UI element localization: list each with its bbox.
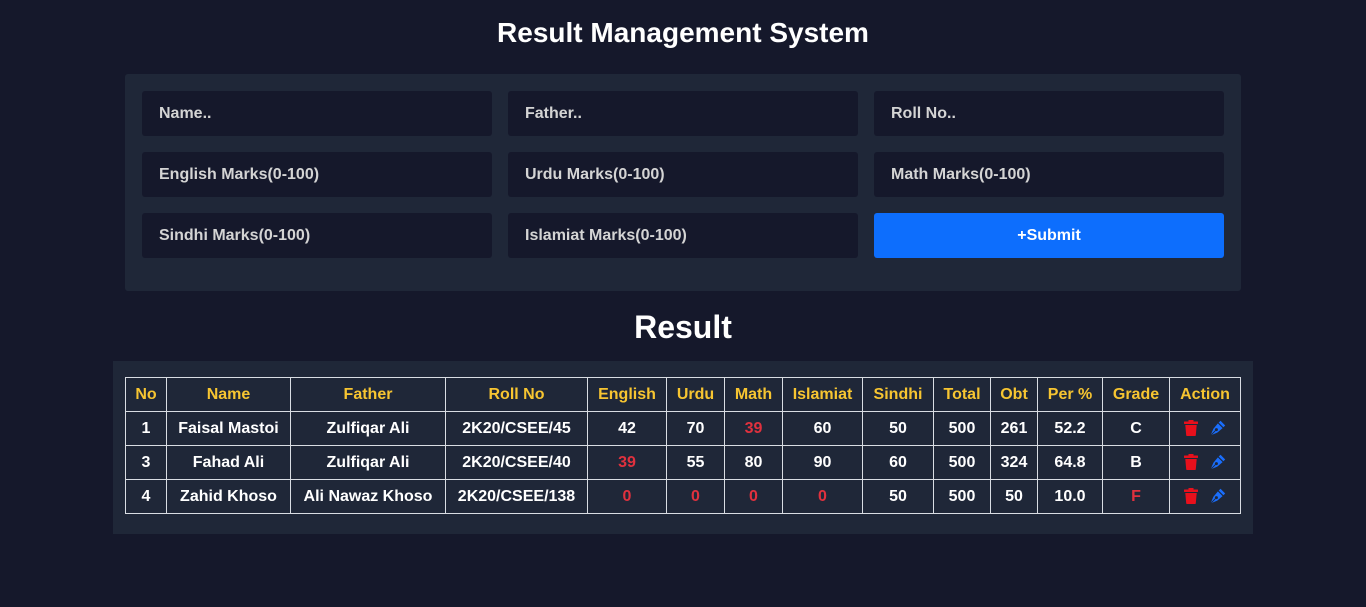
column-header-total: Total	[933, 377, 991, 412]
cell-percentage: 10.0	[1037, 479, 1103, 514]
cell-no: 4	[125, 479, 167, 514]
cell-islamiat: 0	[782, 479, 863, 514]
column-header-roll-no: Roll No	[445, 377, 588, 412]
result-table: No Name Father Roll No English Urdu Math…	[125, 377, 1241, 514]
cell-english: 42	[587, 411, 667, 446]
trash-icon[interactable]	[1184, 488, 1199, 505]
cell-total: 500	[933, 479, 991, 514]
cell-percentage: 64.8	[1037, 445, 1103, 480]
urdu-marks-input[interactable]	[508, 152, 858, 197]
cell-urdu: 55	[666, 445, 725, 480]
pen-icon[interactable]	[1209, 488, 1226, 504]
name-input[interactable]	[142, 91, 492, 136]
cell-action	[1169, 479, 1241, 514]
cell-obt: 261	[990, 411, 1038, 446]
cell-islamiat: 90	[782, 445, 863, 480]
cell-math: 39	[724, 411, 783, 446]
cell-obt: 50	[990, 479, 1038, 514]
page-title: Result Management System	[497, 17, 869, 48]
cell-name: Fahad Ali	[166, 445, 291, 480]
cell-percentage: 52.2	[1037, 411, 1103, 446]
column-header-name: Name	[166, 377, 291, 412]
trash-icon[interactable]	[1184, 454, 1199, 471]
student-form: +Submit	[125, 74, 1241, 291]
cell-sindhi: 50	[862, 479, 934, 514]
column-header-grade: Grade	[1102, 377, 1170, 412]
table-header-row: No Name Father Roll No English Urdu Math…	[125, 377, 1241, 412]
column-header-obt: Obt	[990, 377, 1038, 412]
cell-father: Zulfiqar Ali	[290, 445, 446, 480]
table-row: 4 Zahid Khoso Ali Nawaz Khoso 2K20/CSEE/…	[125, 479, 1241, 514]
cell-math: 80	[724, 445, 783, 480]
pen-icon[interactable]	[1209, 420, 1226, 436]
cell-grade: F	[1102, 479, 1170, 514]
cell-roll-no: 2K20/CSEE/40	[445, 445, 588, 480]
math-marks-input[interactable]	[874, 152, 1224, 197]
column-header-math: Math	[724, 377, 783, 412]
cell-no: 1	[125, 411, 167, 446]
cell-grade: B	[1102, 445, 1170, 480]
column-header-action: Action	[1169, 377, 1241, 412]
cell-total: 500	[933, 411, 991, 446]
column-header-english: English	[587, 377, 667, 412]
trash-icon[interactable]	[1184, 420, 1199, 437]
cell-grade: C	[1102, 411, 1170, 446]
cell-roll-no: 2K20/CSEE/138	[445, 479, 588, 514]
cell-name: Zahid Khoso	[166, 479, 291, 514]
cell-english: 39	[587, 445, 667, 480]
cell-father: Ali Nawaz Khoso	[290, 479, 446, 514]
column-header-no: No	[125, 377, 167, 412]
sindhi-marks-input[interactable]	[142, 213, 492, 258]
result-heading: Result	[634, 309, 732, 345]
cell-obt: 324	[990, 445, 1038, 480]
cell-english: 0	[587, 479, 667, 514]
column-header-father: Father	[290, 377, 446, 412]
cell-urdu: 0	[666, 479, 725, 514]
cell-action	[1169, 445, 1241, 480]
father-input[interactable]	[508, 91, 858, 136]
column-header-urdu: Urdu	[666, 377, 725, 412]
cell-father: Zulfiqar Ali	[290, 411, 446, 446]
column-header-percentage: Per %	[1037, 377, 1103, 412]
column-header-islamiat: Islamiat	[782, 377, 863, 412]
cell-urdu: 70	[666, 411, 725, 446]
cell-islamiat: 60	[782, 411, 863, 446]
table-row: 1 Faisal Mastoi Zulfiqar Ali 2K20/CSEE/4…	[125, 411, 1241, 446]
cell-total: 500	[933, 445, 991, 480]
pen-icon[interactable]	[1209, 454, 1226, 470]
cell-no: 3	[125, 445, 167, 480]
english-marks-input[interactable]	[142, 152, 492, 197]
result-table-panel: No Name Father Roll No English Urdu Math…	[113, 361, 1253, 534]
cell-sindhi: 60	[862, 445, 934, 480]
cell-name: Faisal Mastoi	[166, 411, 291, 446]
islamiat-marks-input[interactable]	[508, 213, 858, 258]
roll-no-input[interactable]	[874, 91, 1224, 136]
cell-action	[1169, 411, 1241, 446]
cell-roll-no: 2K20/CSEE/45	[445, 411, 588, 446]
submit-button[interactable]: +Submit	[874, 213, 1224, 258]
table-row: 3 Fahad Ali Zulfiqar Ali 2K20/CSEE/40 39…	[125, 445, 1241, 480]
cell-math: 0	[724, 479, 783, 514]
column-header-sindhi: Sindhi	[862, 377, 934, 412]
cell-sindhi: 50	[862, 411, 934, 446]
